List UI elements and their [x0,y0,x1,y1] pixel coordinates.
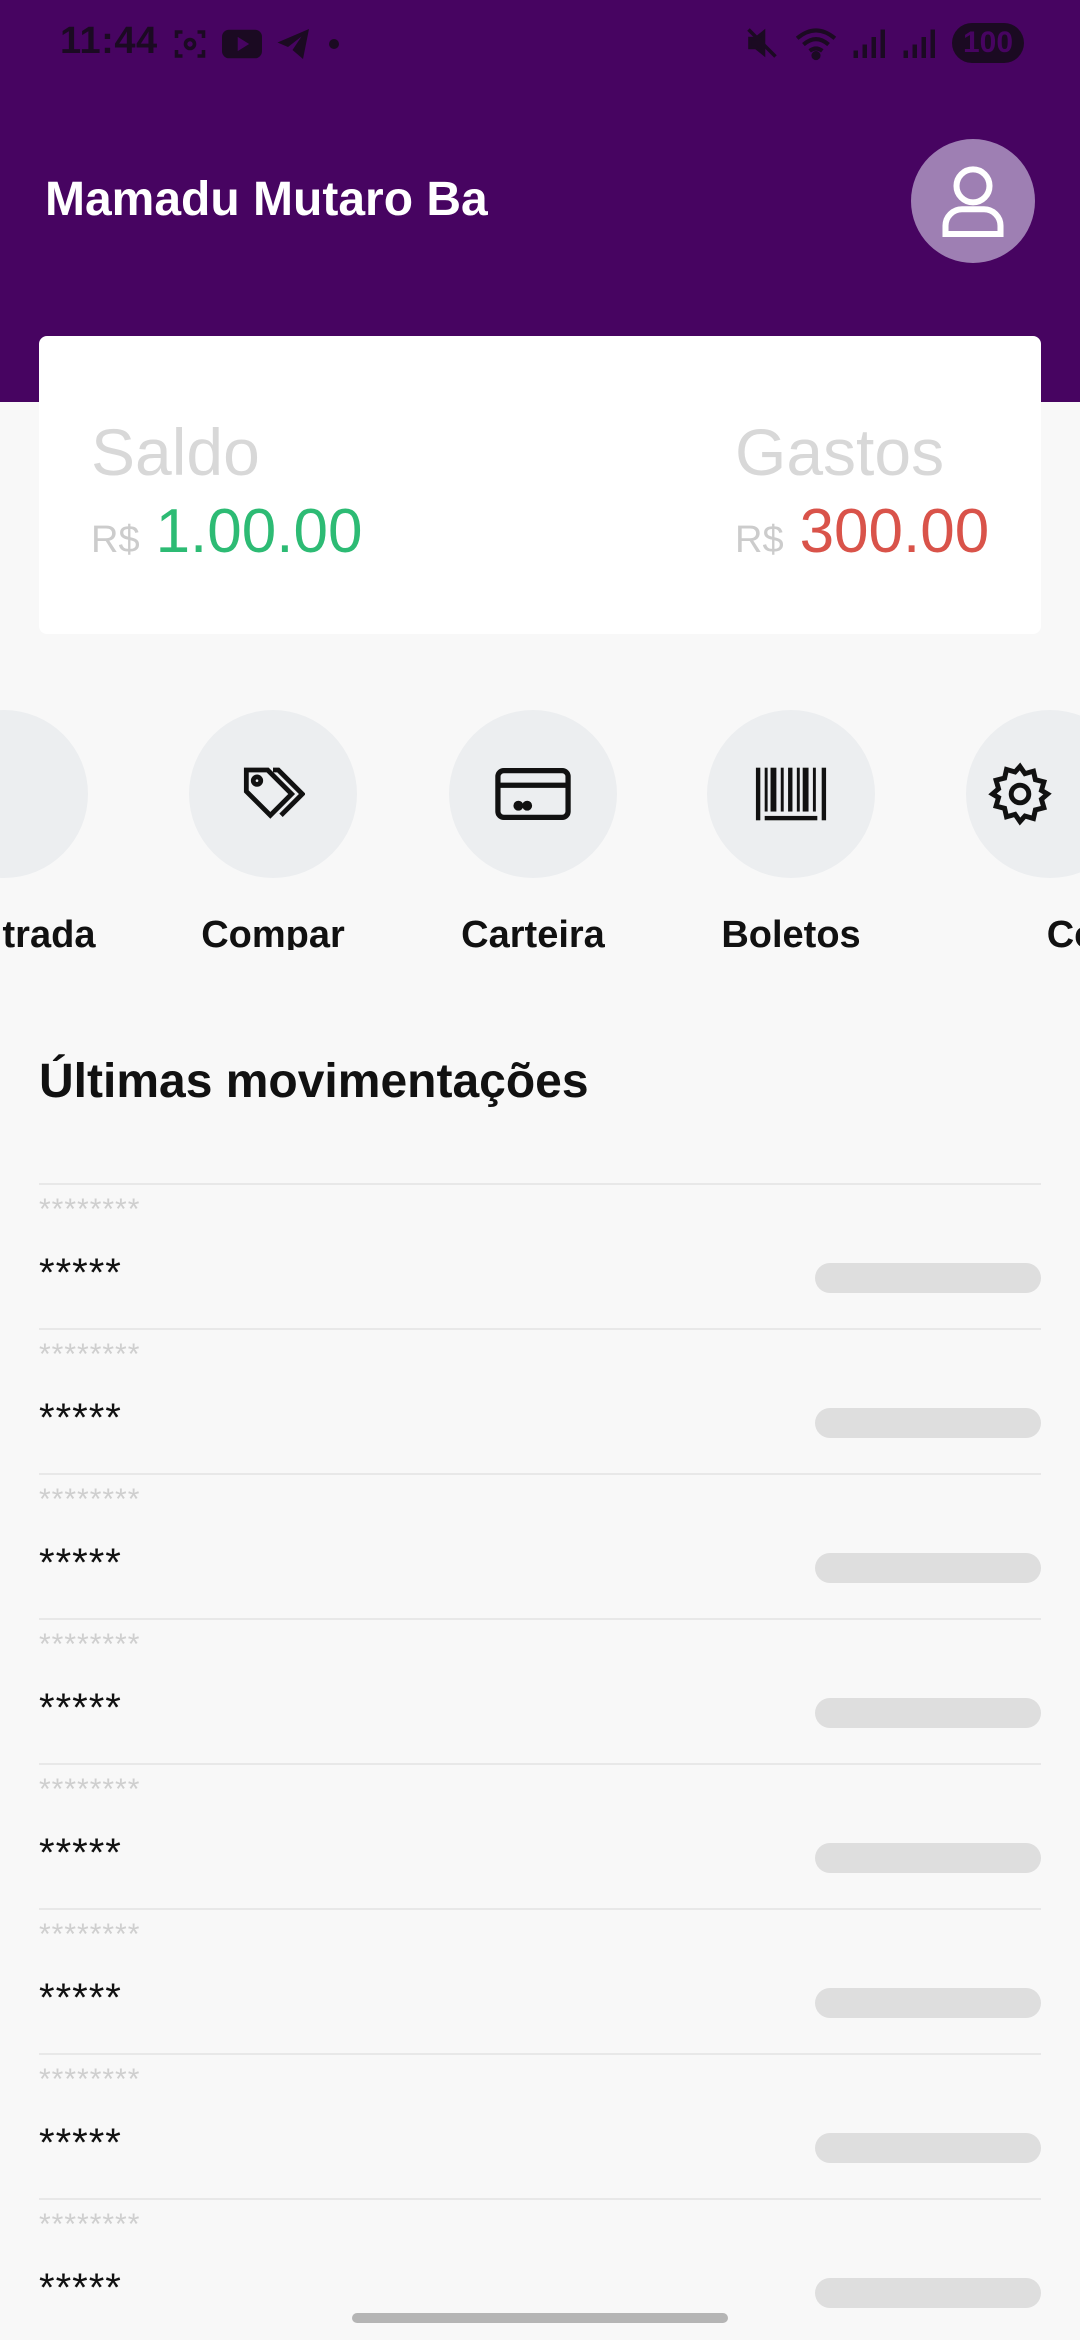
signal-icon [903,29,935,58]
section-title: Últimas movimentações [39,1055,589,1108]
tx-amount-placeholder [815,1553,1041,1583]
gear-icon [988,762,1052,826]
tx-subtitle: ******** [39,1338,141,1371]
quick-actions-carousel[interactable]: trada Compar Carteira Boletos C [0,710,1080,950]
tx-amount-placeholder [815,1698,1041,1728]
gastos-amount: R$ 300.00 [735,496,989,567]
saldo-currency: R$ [91,519,140,561]
home-indicator[interactable] [352,2313,728,2323]
action-label: Compar [201,914,345,950]
tx-amount-placeholder [815,1988,1041,2018]
action-conta[interactable]: Cont [955,710,1080,950]
action-circle [0,710,88,878]
tx-title: ***** [39,1541,122,1585]
tx-title: ***** [39,2121,122,2165]
saldo-value: 1.00.00 [155,497,363,566]
list-item[interactable]: ******** ***** [39,1183,1041,1328]
status-bar: 11:44 100 [0,0,1080,86]
youtube-icon [222,29,262,59]
action-label: Boletos [721,914,861,950]
list-item[interactable]: ******** ***** [39,1328,1041,1473]
wifi-icon [795,28,837,61]
avatar-button[interactable] [911,139,1035,263]
signal-icon [853,29,885,58]
action-boletos[interactable]: Boletos [696,710,886,950]
tx-subtitle: ******** [39,1918,141,1951]
tx-subtitle: ******** [39,2208,141,2241]
action-compar[interactable]: Compar [178,710,368,950]
list-item[interactable]: ******** ***** [39,2053,1041,2198]
tx-amount-placeholder [815,1263,1041,1293]
barcode-icon [755,767,827,821]
status-left-icons [172,24,342,64]
tx-title: ***** [39,1831,122,1875]
tx-subtitle: ******** [39,1483,141,1516]
action-label: Carteira [461,914,605,950]
tx-subtitle: ******** [39,1193,141,1226]
balance-card: Saldo R$ 1.00.00 Gastos R$ 300.00 [39,336,1041,634]
list-item[interactable]: ******** ***** [39,1908,1041,2053]
screenshot-icon [174,30,206,58]
transactions-list: ******** ***** ******** ***** ******** *… [39,1183,1041,2340]
tx-title: ***** [39,1396,122,1440]
action-circle [449,710,617,878]
tx-subtitle: ******** [39,2063,141,2096]
action-label: Cont [1046,914,1080,950]
dot-icon [329,39,339,49]
status-right-icons: 100 [744,20,1024,66]
mute-icon [747,28,777,58]
tx-amount-placeholder [815,1408,1041,1438]
status-time: 11:44 [60,20,158,62]
list-item[interactable]: ******** ***** [39,1763,1041,1908]
user-name: Mamadu Mutaro Ba [45,173,488,226]
user-icon [942,166,1004,237]
battery-indicator: 100 [952,23,1024,63]
tx-subtitle: ******** [39,1628,141,1661]
tx-title: ***** [39,2266,122,2310]
action-circle [189,710,357,878]
tx-title: ***** [39,1251,122,1295]
action-circle [707,710,875,878]
saldo-amount: R$ 1.00.00 [91,496,362,567]
credit-card-icon [495,767,571,821]
tx-amount-placeholder [815,1843,1041,1873]
action-label: trada [2,914,96,950]
action-circle [966,710,1080,878]
action-carteira[interactable]: Carteira [438,710,628,950]
tx-amount-placeholder [815,2133,1041,2163]
action-entrada[interactable]: trada [0,710,99,950]
gastos-currency: R$ [735,519,784,561]
tx-title: ***** [39,1976,122,2020]
tx-amount-placeholder [815,2278,1041,2308]
tags-icon [243,767,305,819]
list-item[interactable]: ******** ***** [39,1618,1041,1763]
tx-subtitle: ******** [39,1773,141,1806]
list-item[interactable]: ******** ***** [39,1473,1041,1618]
saldo-label: Saldo [91,415,260,489]
gastos-value: 300.00 [799,497,990,566]
tx-title: ***** [39,1686,122,1730]
gastos-label: Gastos [735,415,945,489]
telegram-icon [277,29,309,59]
